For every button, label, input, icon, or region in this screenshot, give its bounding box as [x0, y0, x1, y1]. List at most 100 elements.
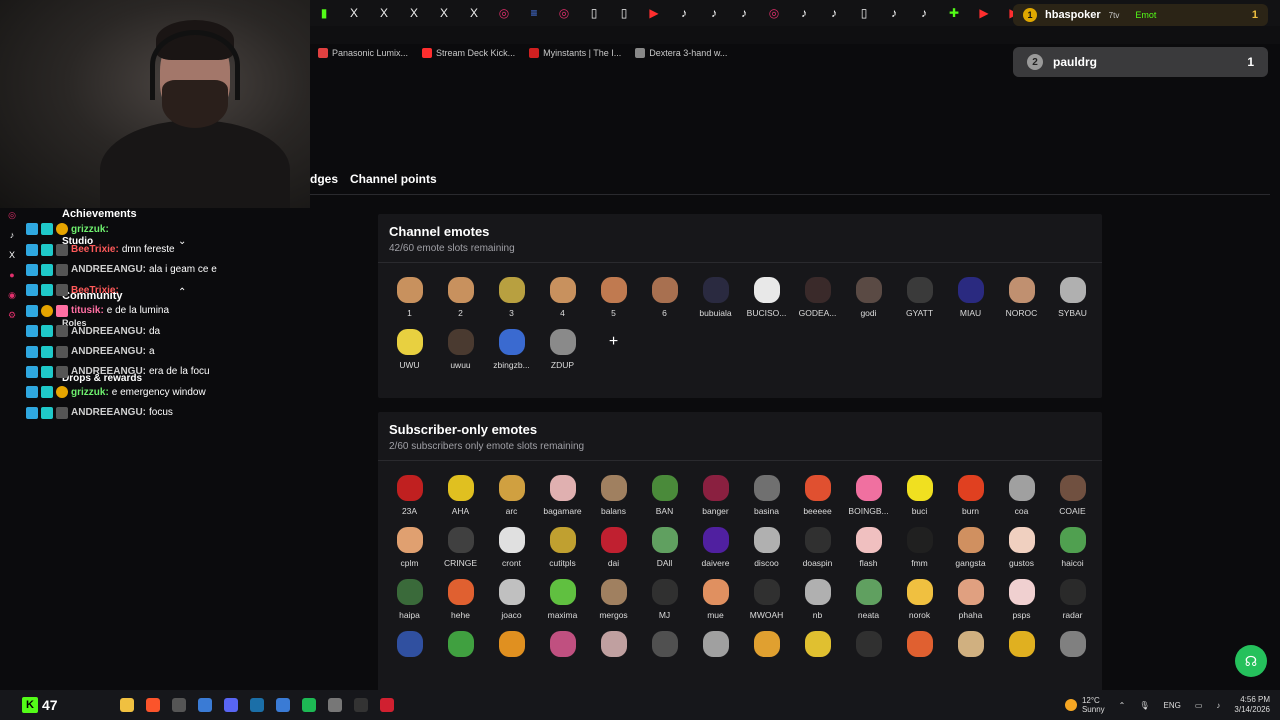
emote-item[interactable]: norok	[894, 579, 945, 620]
emote-item[interactable]: flash	[843, 527, 894, 568]
emote-item[interactable]: MJ	[639, 579, 690, 620]
browser-tab[interactable]: ▶	[642, 2, 666, 24]
language-indicator[interactable]: ENG	[1164, 701, 1181, 710]
browser-tab[interactable]: X	[462, 2, 486, 24]
emote-item[interactable]: CRINGE	[435, 527, 486, 568]
emote-item[interactable]: basina	[741, 475, 792, 516]
browser-tab[interactable]: X	[342, 2, 366, 24]
emote-item[interactable]: burn	[945, 475, 996, 516]
spotify-icon[interactable]	[301, 698, 316, 712]
browser-tab[interactable]: ▯	[582, 2, 606, 24]
chat-username[interactable]: ANDREEANGU:	[71, 326, 146, 337]
emote-item[interactable]: GYATT	[894, 277, 945, 318]
emote-item[interactable]: mue	[690, 579, 741, 620]
bookmark-item[interactable]: Stream Deck Kick...	[422, 48, 515, 58]
emote-item[interactable]: GODEA...	[792, 277, 843, 318]
obs-icon[interactable]	[171, 698, 186, 712]
emote-item[interactable]: AHA	[435, 475, 486, 516]
emote-item[interactable]: MWOAH	[741, 579, 792, 620]
emote-item[interactable]: nb	[792, 579, 843, 620]
emote-item[interactable]	[996, 631, 1047, 662]
browser-tab[interactable]: ♪	[822, 2, 846, 24]
browser-tab[interactable]: X	[402, 2, 426, 24]
emote-item[interactable]: balans	[588, 475, 639, 516]
emote-item[interactable]: BAN	[639, 475, 690, 516]
emote-item[interactable]: phaha	[945, 579, 996, 620]
weather-widget[interactable]: 12°C Sunny	[1064, 696, 1105, 714]
file-explorer-icon[interactable]	[119, 698, 134, 712]
emote-item[interactable]	[792, 631, 843, 662]
chevron-up-icon[interactable]: ⌃	[1119, 701, 1126, 710]
bookmark-item[interactable]: Dextera 3-hand w...	[635, 48, 727, 58]
emote-item[interactable]: 5	[588, 277, 639, 318]
browser-tab[interactable]: ▶	[972, 2, 996, 24]
bookmark-item[interactable]: Myinstants | The I...	[529, 48, 621, 58]
emote-item[interactable]: ZDUP	[537, 329, 588, 370]
network-icon[interactable]: ▭	[1195, 701, 1203, 710]
emote-item[interactable]: BOINGB...	[843, 475, 894, 516]
emote-item[interactable]	[843, 631, 894, 662]
emote-item[interactable]: SYBAU	[1047, 277, 1098, 318]
emote-item[interactable]: neata	[843, 579, 894, 620]
browser-tab[interactable]: ♪	[912, 2, 936, 24]
emote-item[interactable]: hehe	[435, 579, 486, 620]
steam-icon[interactable]	[249, 698, 264, 712]
opera-icon[interactable]	[379, 698, 394, 712]
emote-item[interactable]: COAIE	[1047, 475, 1098, 516]
brave-icon[interactable]	[145, 698, 160, 712]
browser-tab[interactable]: ≡	[522, 2, 546, 24]
x-icon[interactable]: X	[9, 250, 15, 260]
emote-item[interactable]: haipa	[384, 579, 435, 620]
bookmark-item[interactable]: Panasonic Lumix...	[318, 48, 408, 58]
chat-username[interactable]: grizzuk:	[71, 387, 109, 398]
emote-item[interactable]: DAll	[639, 527, 690, 568]
tab-badges[interactable]: dges	[310, 172, 338, 186]
browser-tab[interactable]: ✚	[942, 2, 966, 24]
clock[interactable]: 4:56 PM 3/14/2026	[1234, 695, 1270, 715]
emote-item[interactable]: fmm	[894, 527, 945, 568]
emote-item[interactable]: 3	[486, 277, 537, 318]
emote-item[interactable]: discoo	[741, 527, 792, 568]
teams-icon[interactable]	[275, 698, 290, 712]
chat-username[interactable]: BeeTrixie:	[71, 244, 119, 255]
emote-item[interactable]: 6	[639, 277, 690, 318]
emote-item[interactable]: 2	[435, 277, 486, 318]
settings-icon[interactable]: ⚙	[8, 310, 16, 320]
emote-item[interactable]: dai	[588, 527, 639, 568]
browser-tab[interactable]: ♪	[792, 2, 816, 24]
emote-item[interactable]: zbingzb...	[486, 329, 537, 370]
volume-icon[interactable]: ♪	[1216, 701, 1220, 710]
microphone-icon[interactable]: 🎙	[1139, 701, 1149, 710]
emote-item[interactable]: coa	[996, 475, 1047, 516]
youtube-icon[interactable]: ●	[9, 270, 14, 280]
chat-username[interactable]: ANDREEANGU:	[71, 346, 146, 357]
emote-item[interactable]: radar	[1047, 579, 1098, 620]
emote-item[interactable]: maxima	[537, 579, 588, 620]
browser-tab[interactable]: ◎	[762, 2, 786, 24]
browser-tab[interactable]: ♪	[672, 2, 696, 24]
github-icon[interactable]	[353, 698, 368, 712]
emote-item[interactable]: NOROC	[996, 277, 1047, 318]
tiktok-icon[interactable]: ♪	[10, 230, 15, 240]
chat-username[interactable]: ANDREEANGU:	[71, 366, 146, 377]
emote-item[interactable]	[945, 631, 996, 662]
browser-tab[interactable]: X	[432, 2, 456, 24]
emote-item[interactable]: psps	[996, 579, 1047, 620]
browser-tab[interactable]: X	[372, 2, 396, 24]
emote-item[interactable]: 23A	[384, 475, 435, 516]
emote-item[interactable]	[690, 631, 741, 662]
emote-item[interactable]: BUCISO...	[741, 277, 792, 318]
emote-item[interactable]: haicoi	[1047, 527, 1098, 568]
chat-username[interactable]: grizzuk:	[71, 224, 109, 235]
instagram-icon[interactable]: ◎	[8, 210, 16, 220]
chat-username[interactable]: ANDREEANGU:	[71, 264, 146, 275]
emote-item[interactable]: godi	[843, 277, 894, 318]
emote-item[interactable]: 4	[537, 277, 588, 318]
emote-item[interactable]: MIAU	[945, 277, 996, 318]
browser-tab[interactable]: ♪	[882, 2, 906, 24]
emote-item[interactable]: 1	[384, 277, 435, 318]
emote-item[interactable]	[588, 631, 639, 662]
chat-username[interactable]: ANDREEANGU:	[71, 407, 146, 418]
discord-icon[interactable]	[223, 698, 238, 712]
browser-tab[interactable]: ◎	[552, 2, 576, 24]
